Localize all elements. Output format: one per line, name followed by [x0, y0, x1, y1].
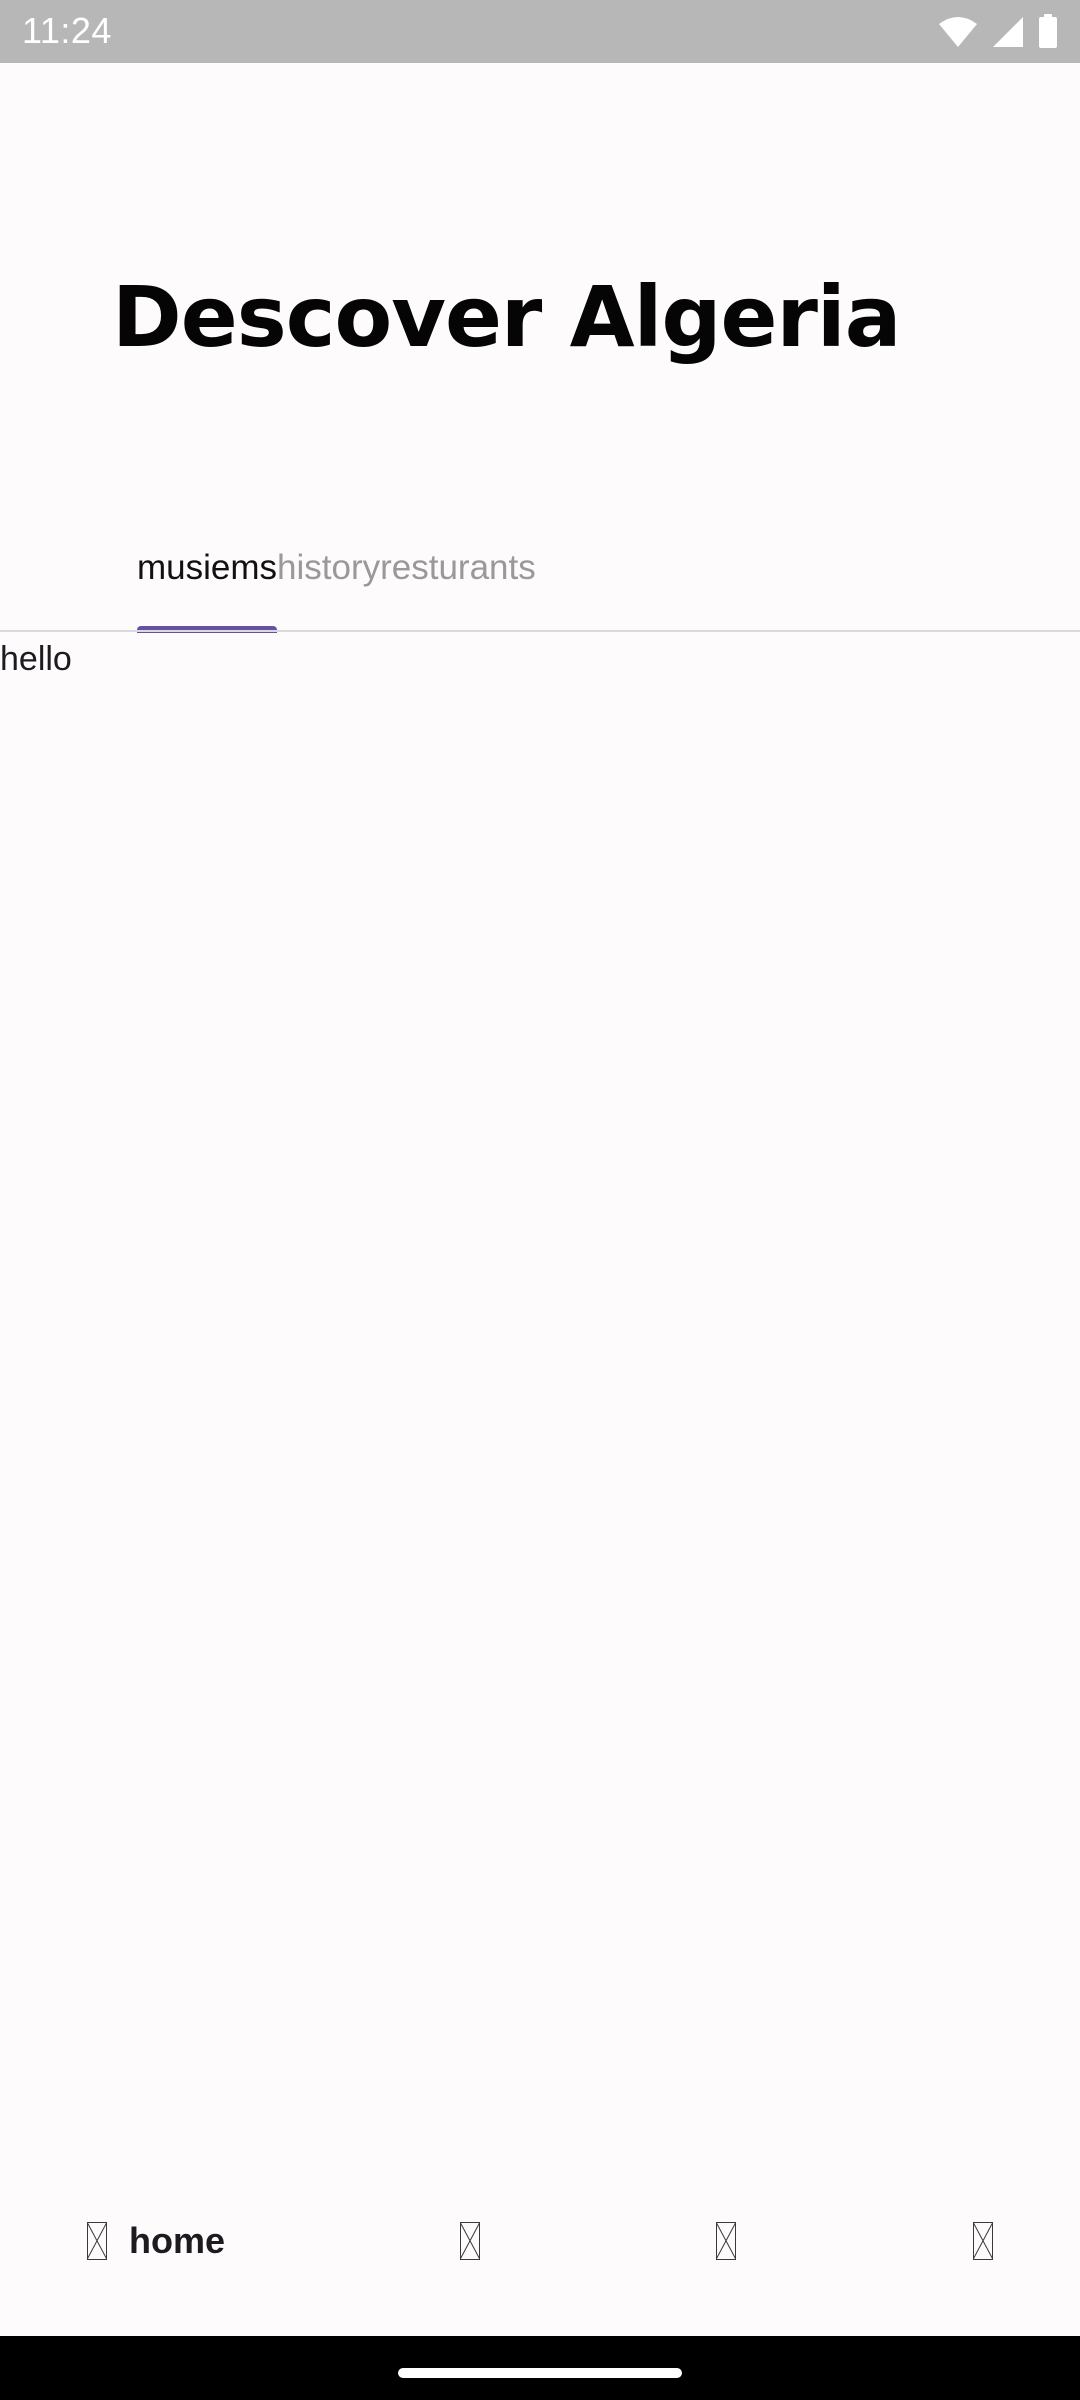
nav-item-home[interactable]: home [87, 2214, 225, 2268]
gesture-handle[interactable] [398, 2368, 682, 2378]
nav-item-2[interactable] [460, 2214, 480, 2268]
wifi-icon [938, 16, 978, 48]
tab-label: musiems [137, 548, 278, 587]
tab-content: hello [0, 640, 72, 678]
tab-history[interactable]: history [277, 530, 380, 630]
signal-icon [992, 16, 1024, 48]
gesture-nav-area [0, 2336, 1080, 2400]
status-icons [938, 14, 1058, 48]
tab-label: history [277, 548, 381, 587]
battery-icon [1038, 14, 1058, 48]
status-time: 11:24 [22, 10, 112, 51]
tab-divider [0, 630, 1080, 632]
nav-item-4[interactable] [973, 2214, 993, 2268]
tab-bar: musiems history resturants [0, 530, 1080, 633]
missing-glyph-icon [716, 2222, 736, 2260]
bottom-nav: home [0, 2184, 1080, 2294]
page-title: Descover Algeria [112, 268, 901, 366]
status-bar: 11:24 [0, 0, 1080, 63]
missing-glyph-icon [87, 2222, 107, 2260]
nav-item-3[interactable] [716, 2214, 736, 2268]
nav-label: home [129, 2220, 226, 2261]
tab-strip: musiems history resturants [137, 530, 536, 633]
tab-label: resturants [380, 548, 536, 587]
tab-musiems[interactable]: musiems [137, 530, 278, 633]
missing-glyph-icon [460, 2222, 480, 2260]
missing-glyph-icon [973, 2222, 993, 2260]
tab-resturants[interactable]: resturants [380, 530, 536, 630]
